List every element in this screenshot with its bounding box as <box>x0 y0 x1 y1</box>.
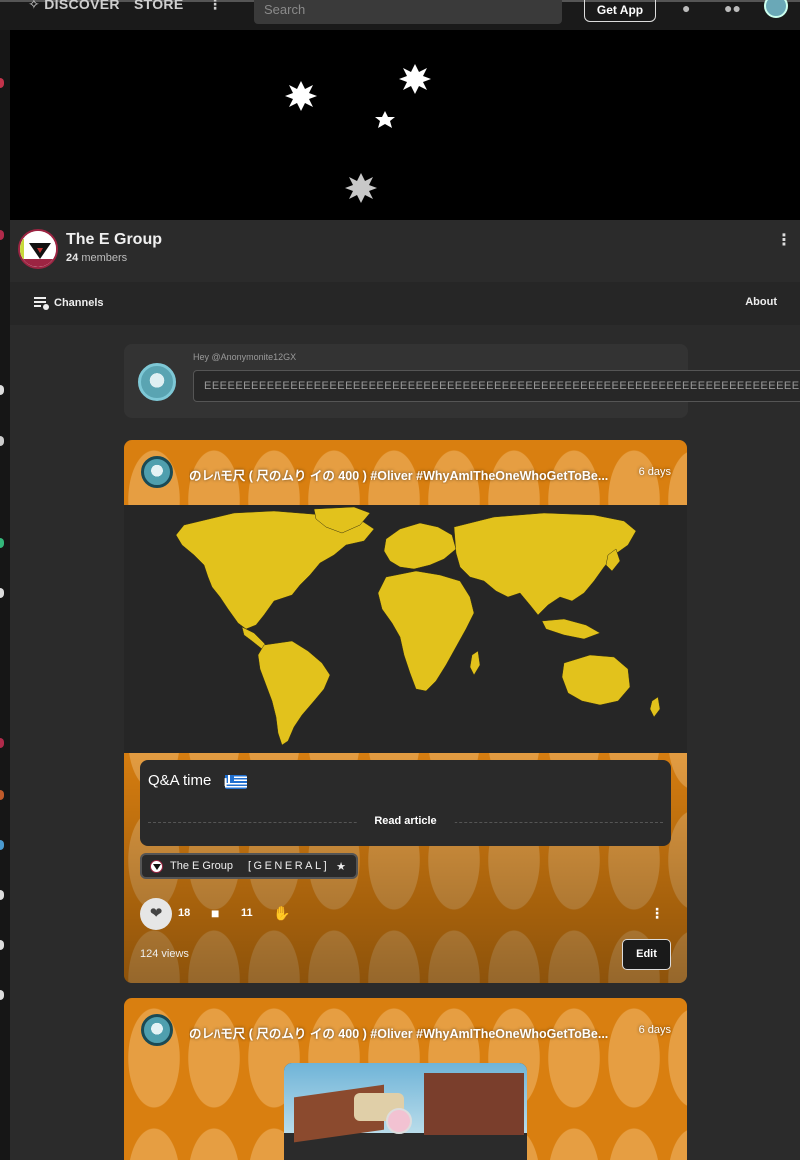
nav-discover-label: DISCOVER <box>44 0 120 12</box>
image-building <box>424 1073 524 1135</box>
get-app-button[interactable]: Get App <box>584 0 656 22</box>
greece-flag-icon <box>225 775 247 789</box>
page: ✧ DISCOVER STORE ⋮ Search Get App ● ●● T… <box>0 0 800 1160</box>
people-icon[interactable]: ●● <box>724 0 741 16</box>
sidebar-dot[interactable] <box>0 738 4 748</box>
sidebar-dot[interactable] <box>0 890 4 900</box>
left-sidebar-strip <box>0 0 10 1160</box>
star-icon <box>399 64 431 94</box>
sidebar-dot[interactable] <box>0 790 4 800</box>
share-icon[interactable]: ✋ <box>273 905 290 922</box>
post-composer: Hey @Anonymonite12GX EEEEEEEEEEEEEEEEEEE… <box>124 344 800 418</box>
composer-input[interactable]: EEEEEEEEEEEEEEEEEEEEEEEEEEEEEEEEEEEEEEEE… <box>193 370 800 402</box>
sidebar-dot[interactable] <box>0 990 4 1000</box>
community-menu-icon[interactable]: ⋮ <box>776 230 792 250</box>
view-count: 124 views <box>140 948 189 960</box>
post-menu-icon[interactable]: ⋮ <box>650 905 664 922</box>
community-logo-icon <box>150 859 163 873</box>
southern-cross-stars <box>285 64 431 203</box>
user-avatar[interactable] <box>764 0 788 18</box>
post-time: 6 days <box>638 466 671 478</box>
community-header: The E Group 24 members ⋮ Channels About <box>10 220 800 325</box>
chip-channel-name: [GENERAL] <box>247 860 330 872</box>
community-logo-icon <box>20 231 56 267</box>
comment-count: 11 <box>241 907 253 919</box>
tab-channels[interactable]: Channels <box>34 296 104 310</box>
bell-icon[interactable]: ● <box>682 0 690 16</box>
sidebar-dot[interactable] <box>0 436 4 446</box>
post-author-avatar[interactable] <box>141 1014 173 1046</box>
post-author-title[interactable]: のレﾊモ尺 ( 尺のムり イの 400 ) #Oliver #WhyAmIThe… <box>189 465 629 484</box>
like-count: 18 <box>178 907 191 919</box>
heart-icon: ❤ <box>149 905 163 922</box>
sidebar-dot[interactable] <box>0 840 4 850</box>
sidebar-dot[interactable] <box>0 940 4 950</box>
star-icon <box>285 81 317 111</box>
search-input[interactable]: Search <box>254 0 562 24</box>
community-name: The E Group <box>66 231 162 248</box>
read-article-link[interactable]: Read article <box>356 815 455 827</box>
composer-hint: Hey @Anonymonite12GX <box>193 352 297 362</box>
sidebar-dot[interactable] <box>0 230 4 240</box>
sidebar-dot[interactable] <box>0 385 4 395</box>
star-icon <box>375 111 395 128</box>
edit-button[interactable]: Edit <box>622 939 671 970</box>
community-logo[interactable] <box>18 229 58 269</box>
article-preview[interactable]: Q&A time Read article <box>140 760 671 846</box>
sidebar-dot[interactable] <box>0 78 4 88</box>
channels-list-icon <box>34 297 49 310</box>
community-banner <box>10 30 800 220</box>
world-map <box>175 506 661 746</box>
tab-channels-label: Channels <box>54 297 104 309</box>
chip-community-name: The E Group <box>170 860 233 872</box>
image-avatar <box>386 1108 412 1134</box>
nav-discover[interactable]: ✧ DISCOVER <box>28 0 120 13</box>
post-card[interactable]: のレﾊモ尺 ( 尺のムり イの 400 ) #Oliver #WhyAmIThe… <box>124 998 687 1160</box>
comment-icon[interactable]: ■ <box>211 905 219 921</box>
world-map-image[interactable] <box>124 505 687 753</box>
post-author-avatar[interactable] <box>141 456 173 488</box>
post-actions: ❤ 18 ■ 11 ✋ ⋮ <box>140 898 671 930</box>
article-title: Q&A time <box>148 772 212 789</box>
sidebar-dot[interactable] <box>0 588 4 598</box>
star-icon: ★ <box>336 860 347 873</box>
member-count-label: members <box>81 252 128 264</box>
composer-avatar <box>138 363 176 401</box>
more-vertical-icon[interactable]: ⋮ <box>208 0 222 13</box>
compass-icon: ✧ <box>28 0 41 12</box>
post-author-title[interactable]: のレﾊモ尺 ( 尺のムり イの 400 ) #Oliver #WhyAmIThe… <box>189 1023 629 1042</box>
member-count-number: 24 <box>66 252 79 264</box>
nav-store[interactable]: STORE <box>134 0 183 12</box>
top-navigation: ✧ DISCOVER STORE ⋮ Search Get App ● ●● <box>0 0 800 30</box>
member-count[interactable]: 24 members <box>66 252 127 264</box>
sidebar-dot[interactable] <box>0 538 4 548</box>
like-button[interactable]: ❤ <box>140 898 172 930</box>
tab-about[interactable]: About <box>745 296 777 308</box>
post-card[interactable]: のレﾊモ尺 ( 尺のムり イの 400 ) #Oliver #WhyAmIThe… <box>124 440 687 983</box>
post-image[interactable] <box>284 1063 527 1160</box>
community-channel-chip[interactable]: The E Group [GENERAL] ★ <box>140 853 359 879</box>
post-time: 6 days <box>638 1024 671 1036</box>
community-tabs: Channels About <box>10 282 800 325</box>
star-icon <box>345 173 377 203</box>
